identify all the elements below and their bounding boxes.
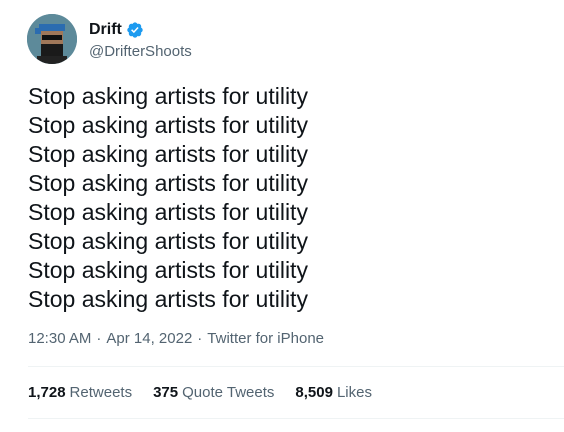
avatar[interactable] <box>27 14 77 64</box>
divider <box>28 366 564 367</box>
tweet-time[interactable]: 12:30 AM <box>28 330 91 347</box>
likes-stat[interactable]: 8,509 Likes <box>295 384 372 401</box>
divider <box>28 418 564 419</box>
likes-label: Likes <box>336 384 372 401</box>
quote-tweets-label: Quote Tweets <box>182 384 275 401</box>
tweet-line: Stop asking artists for utility <box>28 170 308 196</box>
tweet-line: Stop asking artists for utility <box>28 141 308 167</box>
retweets-count: 1,728 <box>28 384 66 401</box>
author-handle[interactable]: @DrifterShoots <box>89 43 192 60</box>
retweets-stat[interactable]: 1,728 Retweets <box>28 384 132 401</box>
tweet-line: Stop asking artists for utility <box>28 199 308 225</box>
tweet-line: Stop asking artists for utility <box>28 228 308 254</box>
tweet-source[interactable]: Twitter for iPhone <box>207 330 324 347</box>
tweet-line: Stop asking artists for utility <box>28 112 308 138</box>
tweet-line: Stop asking artists for utility <box>28 286 308 312</box>
author-names: Drift @DrifterShoots <box>89 19 192 60</box>
tweet-line: Stop asking artists for utility <box>28 257 308 283</box>
quote-tweets-count: 375 <box>153 384 179 401</box>
display-name[interactable]: Drift <box>89 21 122 39</box>
verified-badge-icon <box>126 21 144 39</box>
author-block[interactable]: Drift @DrifterShoots <box>27 14 192 64</box>
tweet-line: Stop asking artists for utility <box>28 83 308 109</box>
tweet-text: Stop asking artists for utility Stop ask… <box>28 82 308 314</box>
tweet-date[interactable]: Apr 14, 2022 <box>106 330 192 347</box>
quote-tweets-stat[interactable]: 375 Quote Tweets <box>153 384 274 401</box>
likes-count: 8,509 <box>295 384 333 401</box>
avatar-image <box>27 14 77 64</box>
retweets-label: Retweets <box>69 384 133 401</box>
tweet-stats: 1,728 Retweets 375 Quote Tweets 8,509 Li… <box>28 384 393 401</box>
tweet-card: Drift @DrifterShoots Stop asking artists… <box>0 0 564 432</box>
meta-separator: · <box>197 330 203 347</box>
tweet-meta: 12:30 AM · Apr 14, 2022 · Twitter for iP… <box>28 330 324 347</box>
meta-separator: · <box>96 330 102 347</box>
